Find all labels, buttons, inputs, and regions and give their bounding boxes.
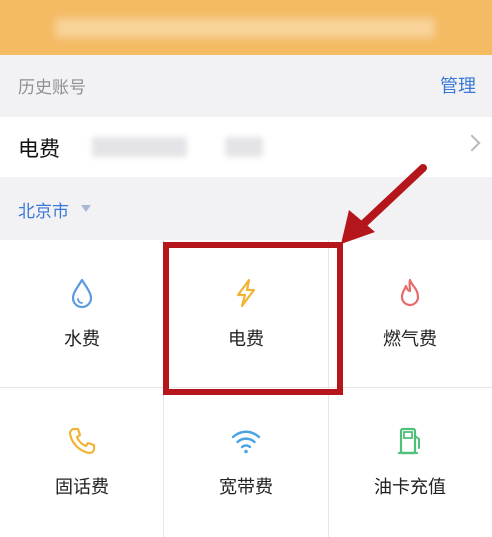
chevron-right-icon bbox=[463, 134, 481, 152]
history-accounts-bar: 历史账号 管理 bbox=[0, 55, 492, 117]
phone-icon bbox=[68, 427, 96, 455]
blurred-account-name bbox=[225, 137, 263, 157]
service-landline[interactable]: 固话费 bbox=[0, 388, 164, 536]
manage-button[interactable]: 管理 bbox=[440, 72, 476, 98]
service-label: 固话费 bbox=[55, 477, 109, 498]
city-name: 北京市 bbox=[18, 202, 69, 222]
blurred-header-content bbox=[55, 18, 435, 38]
service-label: 宽带费 bbox=[219, 477, 273, 498]
flame-icon bbox=[400, 278, 420, 307]
service-gas[interactable]: 燃气费 bbox=[328, 240, 492, 388]
service-broadband[interactable]: 宽带费 bbox=[164, 388, 328, 536]
caret-down-icon bbox=[81, 205, 91, 212]
wifi-icon bbox=[231, 430, 261, 454]
service-label: 燃气费 bbox=[383, 329, 437, 350]
service-label: 水费 bbox=[64, 329, 100, 350]
blurred-account-number bbox=[92, 137, 187, 157]
annotation-arrow-icon bbox=[341, 164, 427, 244]
top-banner bbox=[0, 0, 492, 55]
fuel-pump-icon bbox=[397, 427, 420, 455]
highlight-annotation-box bbox=[163, 242, 343, 395]
service-water[interactable]: 水费 bbox=[0, 240, 164, 388]
history-accounts-label: 历史账号 bbox=[18, 78, 86, 98]
service-fuel-card[interactable]: 油卡充值 bbox=[328, 388, 492, 536]
account-service-label: 电费 bbox=[18, 137, 60, 161]
water-drop-icon bbox=[71, 278, 93, 309]
service-label: 油卡充值 bbox=[374, 477, 446, 498]
